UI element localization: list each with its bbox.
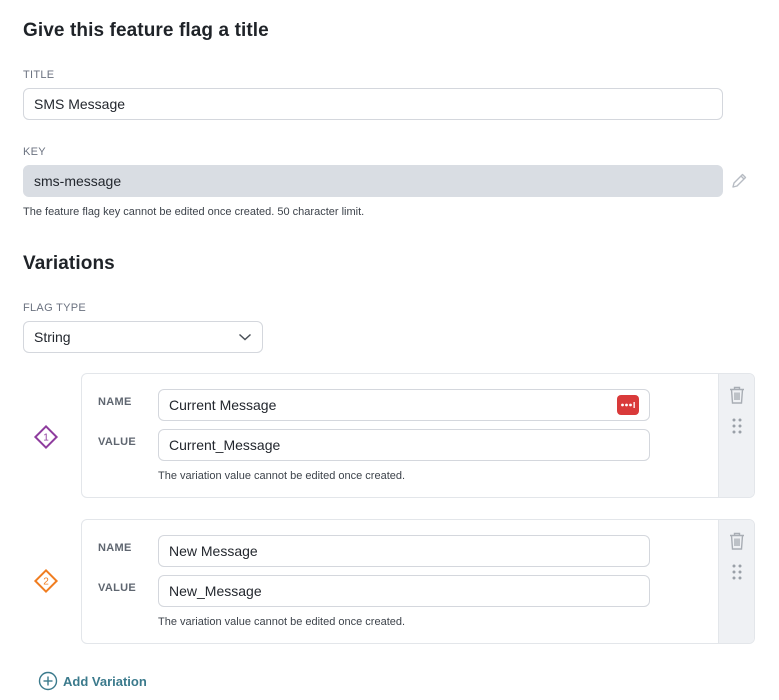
variation-2-index: 2: [43, 577, 49, 588]
add-variation-label: Add Variation: [63, 673, 147, 689]
variation-2-value-input[interactable]: New_Message: [158, 575, 650, 607]
variation-card-1: NAME Current Message VALUE Current_Messa…: [81, 373, 755, 498]
variations-section-heading: Variations: [23, 253, 115, 274]
drag-handle-icon[interactable]: [729, 562, 745, 582]
add-variation-button[interactable]: Add Variation: [38, 670, 147, 692]
trash-icon[interactable]: [726, 530, 748, 552]
pencil-icon[interactable]: [727, 170, 751, 192]
variation-1-value-input[interactable]: Current_Message: [158, 429, 650, 461]
variation-2-value-label: VALUE: [98, 582, 136, 594]
flag-type-selected-value: String: [34, 329, 71, 345]
variation-2-value-text: New_Message: [169, 583, 262, 599]
title-field-label: TITLE: [23, 69, 55, 81]
trash-icon[interactable]: [726, 384, 748, 406]
variation-1-actions: [718, 374, 754, 497]
variation-2-name-value: New Message: [169, 543, 258, 559]
variation-2-name-input[interactable]: New Message: [158, 535, 650, 567]
key-input: sms-message: [23, 165, 723, 197]
variation-2-actions: [718, 520, 754, 643]
plus-circle-icon: [38, 671, 58, 691]
variation-1-help-text: The variation value cannot be edited onc…: [158, 470, 406, 482]
drag-handle-icon[interactable]: [729, 416, 745, 436]
password-manager-icon[interactable]: [617, 395, 639, 415]
variation-1-value-text: Current_Message: [169, 437, 281, 453]
title-input[interactable]: SMS Message: [23, 88, 723, 120]
variation-2-help-text: The variation value cannot be edited onc…: [158, 616, 406, 628]
chevron-down-icon: [238, 332, 252, 342]
variation-1-index: 1: [43, 433, 49, 444]
title-input-value: SMS Message: [34, 96, 126, 112]
title-section-heading: Give this feature flag a title: [23, 20, 269, 41]
key-help-text: The feature flag key cannot be edited on…: [23, 206, 365, 218]
variation-1-marker: 1: [33, 424, 59, 450]
variation-2-name-label: NAME: [98, 542, 132, 554]
variation-card-2: NAME New Message VALUE New_Message The v…: [81, 519, 755, 644]
variation-1-value-label: VALUE: [98, 436, 136, 448]
variation-1-name-label: NAME: [98, 396, 132, 408]
key-input-value: sms-message: [34, 173, 122, 189]
flag-type-label: FLAG TYPE: [23, 302, 87, 314]
key-field-label: KEY: [23, 146, 46, 158]
variation-1-name-input[interactable]: Current Message: [158, 389, 650, 421]
flag-type-select[interactable]: String: [23, 321, 263, 353]
variation-2-marker: 2: [33, 568, 59, 594]
variation-1-name-value: Current Message: [169, 397, 277, 413]
